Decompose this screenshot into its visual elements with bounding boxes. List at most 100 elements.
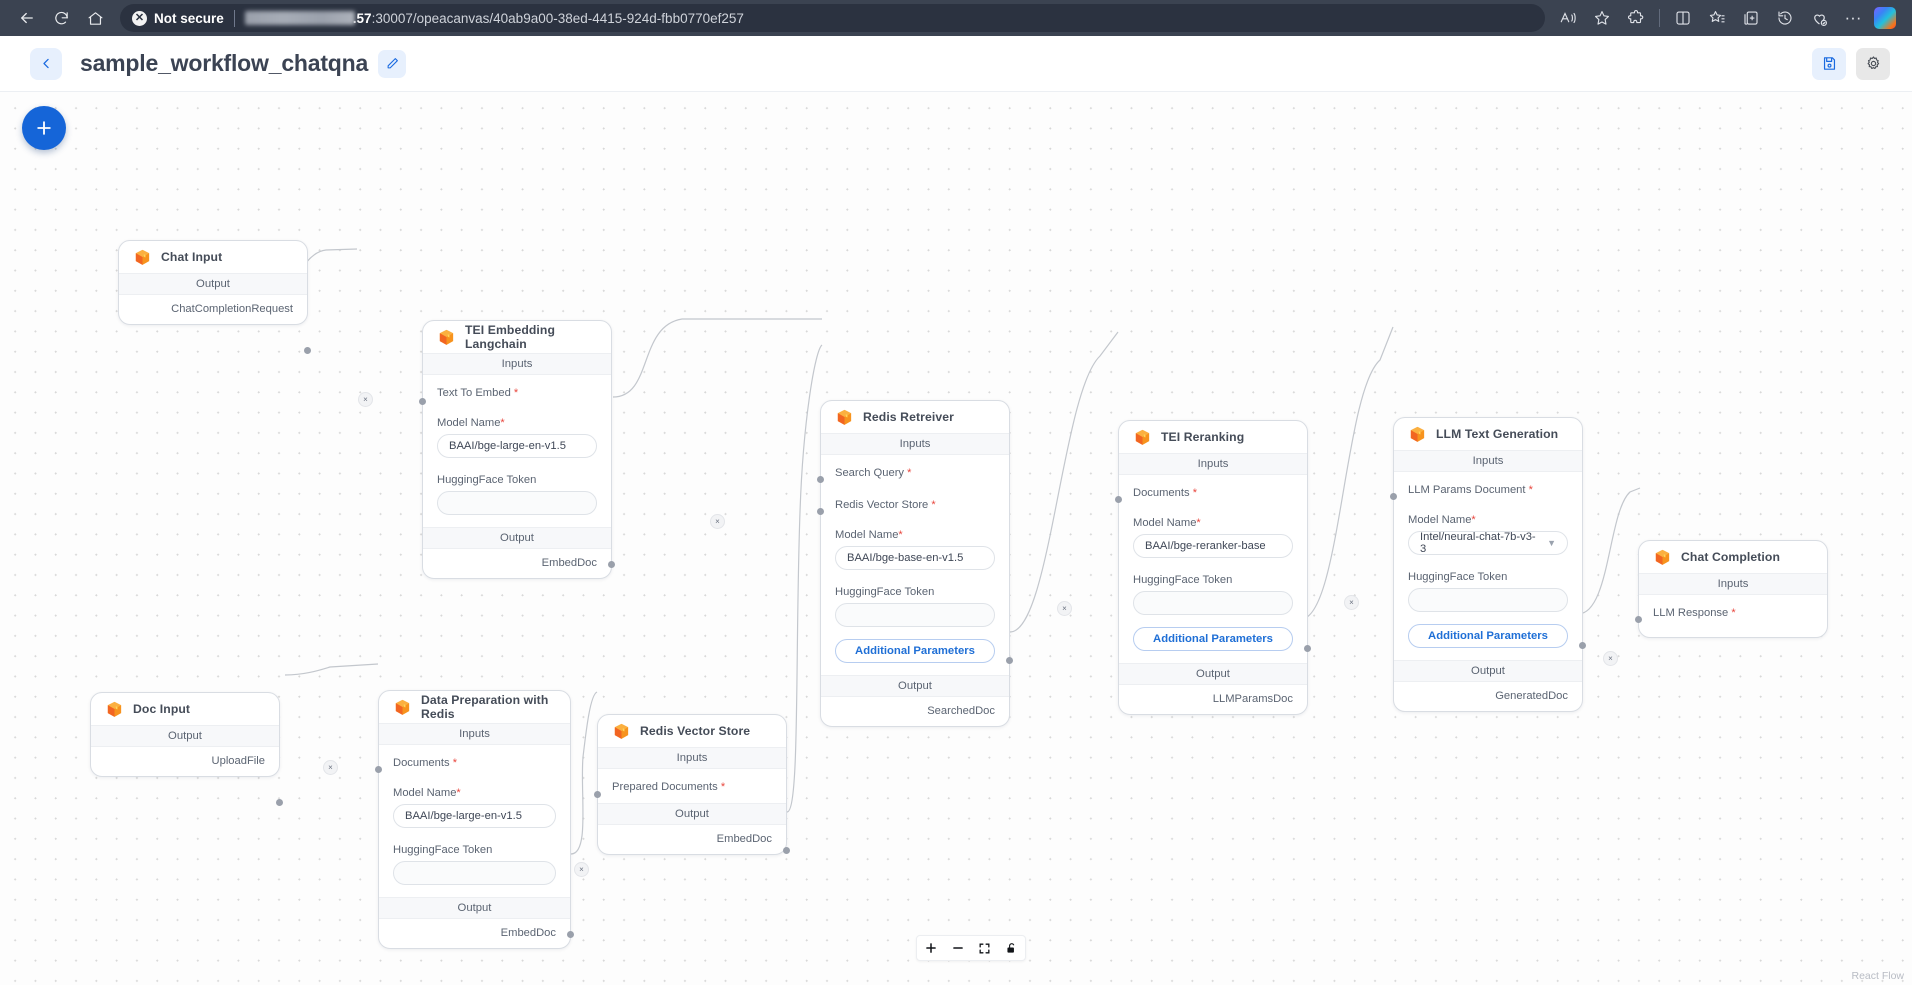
output-port-handle[interactable] (1006, 657, 1013, 664)
node-title: TEI Reranking (1161, 430, 1245, 444)
node-title: Chat Input (161, 250, 223, 264)
add-node-button[interactable] (22, 106, 66, 150)
edge-delete-button[interactable]: × (574, 862, 589, 877)
required-mark: * (1471, 514, 1476, 526)
pencil-icon[interactable] (378, 49, 407, 78)
node-title: TEI Embedding Langchain (465, 323, 555, 351)
model-name-input[interactable]: BAAI/bge-large-en-v1.5 (393, 804, 556, 828)
browser-essentials-icon[interactable] (1802, 3, 1836, 33)
node-data-preparation-with-redis[interactable]: Data Preparation with Redis Inputs Docum… (375, 690, 574, 949)
output-port-handle[interactable] (1579, 642, 1586, 649)
edge-delete-button[interactable]: × (710, 514, 725, 529)
fit-view-button[interactable] (971, 936, 998, 960)
package-icon (614, 723, 629, 739)
port-label: LLM Response (1653, 607, 1729, 619)
back-to-workflows-button[interactable] (30, 47, 62, 80)
favorites-list-icon[interactable] (1700, 3, 1734, 33)
extensions-icon[interactable] (1619, 3, 1653, 33)
browser-home-icon[interactable] (78, 3, 112, 33)
redacted-url-host (244, 11, 355, 25)
node-redis-vector-store[interactable]: Redis Vector Store Inputs Prepared Docum… (594, 714, 790, 855)
page-title: sample_workflow_chatqna (80, 50, 369, 76)
package-icon (439, 329, 454, 345)
edge-delete-button[interactable]: × (358, 392, 373, 407)
output-port-handle[interactable] (783, 847, 790, 854)
node-header: TEI Reranking (1119, 421, 1307, 453)
node-chat-input[interactable]: Chat Input Output ChatCompletionRequest (118, 240, 311, 354)
edge-delete-button[interactable]: × (323, 760, 338, 775)
node-chat-completion[interactable]: Chat Completion Inputs LLM Response * (1635, 540, 1828, 638)
node-tei-reranking[interactable]: TEI Reranking Inputs Documents * Model N… (1115, 420, 1311, 715)
history-icon[interactable] (1768, 3, 1802, 33)
label-text: Model Name (835, 529, 899, 541)
input-port-documents: Documents * (393, 755, 556, 771)
browser-refresh-icon[interactable] (44, 3, 78, 33)
address-bar[interactable]: ✕ Not secure .57:30007/opeacanvas/40ab9a… (120, 4, 1545, 32)
inputs-section-header: Inputs (598, 747, 786, 769)
additional-parameters-button[interactable]: Additional Parameters (1408, 624, 1568, 648)
output-port-handle[interactable] (608, 561, 615, 568)
edge-delete-button[interactable]: × (1344, 595, 1359, 610)
lock-toggle-button[interactable] (998, 936, 1025, 960)
input-port-handle[interactable] (419, 398, 426, 405)
url-host-suffix: .57 (352, 10, 372, 26)
node-redis-retriever[interactable]: Redis Retreiver Inputs Search Query * Re… (817, 400, 1013, 727)
browser-actions: ··· (1551, 3, 1902, 33)
zoom-in-button[interactable] (917, 936, 944, 960)
workflow-canvas[interactable]: × × × × × × × Chat Input Output ChatComp… (0, 92, 1912, 985)
input-port-handle-vector-store[interactable] (817, 508, 824, 515)
node-header: TEI Embedding Langchain (423, 321, 611, 353)
input-port-handle[interactable] (594, 791, 601, 798)
port-label: LLM Params Document (1408, 484, 1526, 496)
input-port-handle[interactable] (1390, 493, 1397, 500)
input-port-handle[interactable] (1115, 496, 1122, 503)
output-port-handle[interactable] (567, 931, 574, 938)
collections-icon[interactable] (1734, 3, 1768, 33)
huggingface-token-input[interactable] (437, 491, 597, 515)
edge-delete-button[interactable]: × (1057, 601, 1072, 616)
output-port-handle[interactable] (276, 799, 283, 806)
copilot-icon[interactable] (1874, 7, 1896, 29)
input-port-handle[interactable] (375, 766, 382, 773)
output-section-header: Output (423, 527, 611, 549)
input-port-documents: Documents * (1133, 485, 1293, 501)
model-name-input[interactable]: BAAI/bge-base-en-v1.5 (835, 546, 995, 570)
model-name-label: Model Name* (835, 529, 995, 541)
required-mark: * (898, 529, 903, 541)
model-name-input[interactable]: BAAI/bge-reranker-base (1133, 534, 1293, 558)
additional-parameters-button[interactable]: Additional Parameters (1133, 627, 1293, 651)
output-port-label: EmbedDoc (716, 833, 772, 845)
app-header: sample_workflow_chatqna (0, 36, 1912, 92)
favorite-star-icon[interactable] (1585, 3, 1619, 33)
additional-parameters-button[interactable]: Additional Parameters (835, 639, 995, 663)
zoom-out-button[interactable] (944, 936, 971, 960)
save-button[interactable] (1812, 47, 1846, 80)
gear-icon[interactable] (1856, 47, 1890, 80)
model-name-select[interactable]: Intel/neural-chat-7b-v3-3 ▼ (1408, 531, 1568, 555)
more-options-icon[interactable]: ··· (1836, 3, 1870, 33)
output-section-header: Output (91, 725, 279, 747)
output-section-header: Output (598, 803, 786, 825)
browser-back-icon[interactable] (10, 3, 44, 33)
required-mark: * (1196, 517, 1201, 529)
huggingface-token-input[interactable] (393, 861, 556, 885)
split-screen-icon[interactable] (1666, 3, 1700, 33)
input-port-handle[interactable] (1635, 616, 1642, 623)
browser-toolbar: ✕ Not secure .57:30007/opeacanvas/40ab9a… (0, 0, 1912, 36)
package-icon (1655, 549, 1670, 565)
huggingface-token-input[interactable] (1408, 588, 1568, 612)
huggingface-token-input[interactable] (1133, 591, 1293, 615)
output-port-handle[interactable] (1304, 645, 1311, 652)
model-name-input[interactable]: BAAI/bge-large-en-v1.5 (437, 434, 597, 458)
node-llm-text-generation[interactable]: LLM Text Generation Inputs LLM Params Do… (1390, 417, 1586, 712)
huggingface-token-input[interactable] (835, 603, 995, 627)
output-section-header: Output (821, 675, 1009, 697)
read-aloud-icon[interactable] (1551, 3, 1585, 33)
node-header: Doc Input (91, 693, 279, 725)
output-port-handle[interactable] (304, 347, 311, 354)
input-port-handle-search-query[interactable] (817, 476, 824, 483)
edge-delete-button[interactable]: × (1603, 651, 1618, 666)
huggingface-token-label: HuggingFace Token (393, 844, 493, 856)
node-doc-input[interactable]: Doc Input Output UploadFile (90, 692, 283, 806)
node-tei-embedding-langchain[interactable]: TEI Embedding Langchain Inputs Text To E… (419, 320, 615, 579)
